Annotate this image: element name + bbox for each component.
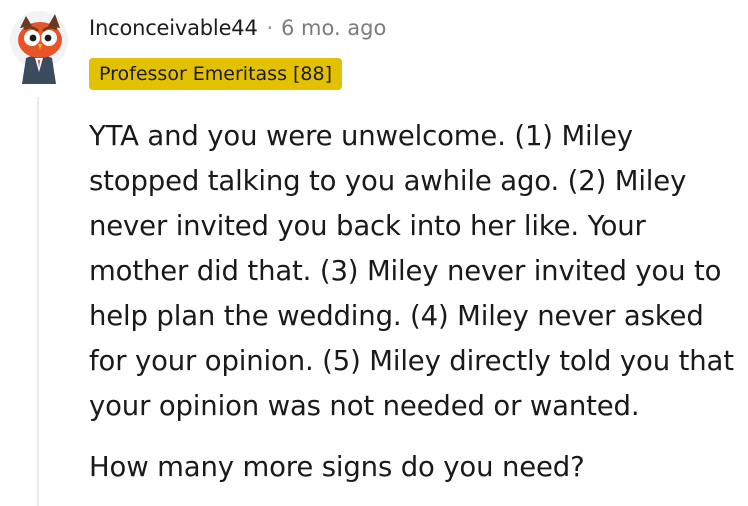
meta-separator: · [266, 16, 273, 40]
username-link[interactable]: Inconceivable44 [89, 16, 258, 40]
comment-header: Inconceivable44 · 6 mo. ago [89, 13, 386, 43]
comment-timestamp[interactable]: 6 mo. ago [281, 16, 386, 40]
comment-paragraph: YTA and you were unwelcome. (1) Miley st… [89, 120, 734, 422]
comment-body: YTA and you were unwelcome. (1) Miley st… [89, 114, 739, 490]
user-flair-badge: Professor Emeritass [88] [89, 58, 343, 90]
user-avatar[interactable] [8, 6, 70, 86]
comment: Inconceivable44 · 6 mo. ago Professor Em… [0, 0, 748, 506]
comment-paragraph: How many more signs do you need? [89, 451, 585, 483]
thread-collapse-line[interactable] [37, 97, 39, 506]
owl-avatar-icon [10, 11, 68, 84]
